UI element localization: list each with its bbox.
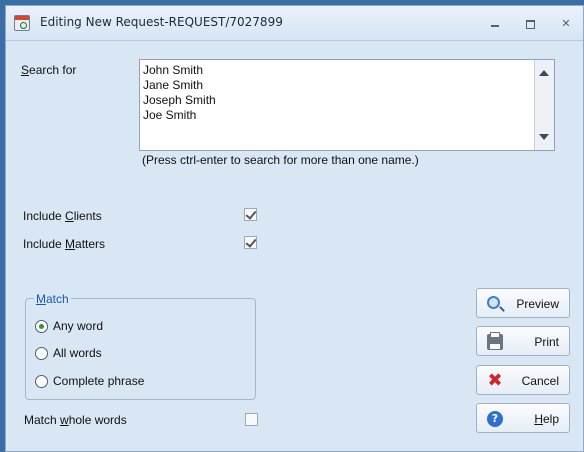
match-whole-words-checkbox[interactable]	[245, 413, 258, 426]
search-names-list: John Smith Jane Smith Joseph Smith Joe S…	[143, 63, 216, 123]
include-clients-label: Include Clients	[23, 209, 102, 223]
cancel-x-icon: ✖	[487, 370, 503, 391]
search-scrollbar[interactable]	[534, 60, 554, 150]
cancel-button[interactable]: ✖ Cancel	[476, 365, 570, 395]
help-button[interactable]: ? Help	[476, 403, 570, 433]
radio-all-words[interactable]	[35, 347, 48, 360]
maximize-icon[interactable]	[523, 18, 537, 30]
help-icon: ?	[487, 411, 503, 427]
search-name-line: Joseph Smith	[143, 93, 216, 107]
include-matters-checkbox[interactable]	[244, 236, 257, 249]
radio-all-words-label[interactable]: All words	[53, 346, 102, 360]
search-for-label: Search for	[21, 63, 77, 77]
include-matters-label: Include Matters	[23, 237, 106, 251]
radio-any-word[interactable]	[35, 320, 48, 333]
dialog-window: Editing New Request-REQUEST/7027899 ✕ Se…	[5, 5, 584, 452]
help-button-label: Help	[534, 412, 559, 426]
search-hint: (Press ctrl-enter to search for more tha…	[142, 153, 419, 167]
print-button[interactable]: Print	[476, 326, 570, 356]
include-clients-checkbox[interactable]	[244, 208, 257, 221]
search-name-line: John Smith	[143, 63, 204, 77]
search-name-line: Joe Smith	[143, 108, 197, 122]
minimize-icon[interactable]	[488, 18, 502, 30]
print-button-label: Print	[534, 335, 559, 349]
radio-complete-phrase[interactable]	[35, 375, 48, 388]
scroll-down-icon[interactable]	[539, 134, 549, 140]
cancel-button-label: Cancel	[521, 374, 559, 388]
radio-any-word-label[interactable]: Any word	[53, 319, 103, 333]
radio-complete-phrase-label[interactable]: Complete phrase	[53, 374, 144, 388]
preview-button[interactable]: Preview	[476, 288, 570, 318]
printer-icon	[487, 332, 503, 350]
calendar-app-icon	[14, 15, 30, 31]
search-name-line: Jane Smith	[143, 78, 204, 92]
window-title: Editing New Request-REQUEST/7027899	[40, 15, 283, 29]
scroll-up-icon[interactable]	[539, 70, 549, 76]
magnifier-icon	[487, 296, 500, 309]
close-icon[interactable]: ✕	[559, 18, 573, 30]
preview-button-label: Preview	[516, 297, 559, 311]
title-bar[interactable]: Editing New Request-REQUEST/7027899 ✕	[6, 6, 583, 41]
search-names-textarea[interactable]: John Smith Jane Smith Joseph Smith Joe S…	[139, 59, 555, 151]
match-whole-words-label: Match whole words	[24, 413, 127, 427]
match-group-legend: Match	[34, 292, 71, 306]
